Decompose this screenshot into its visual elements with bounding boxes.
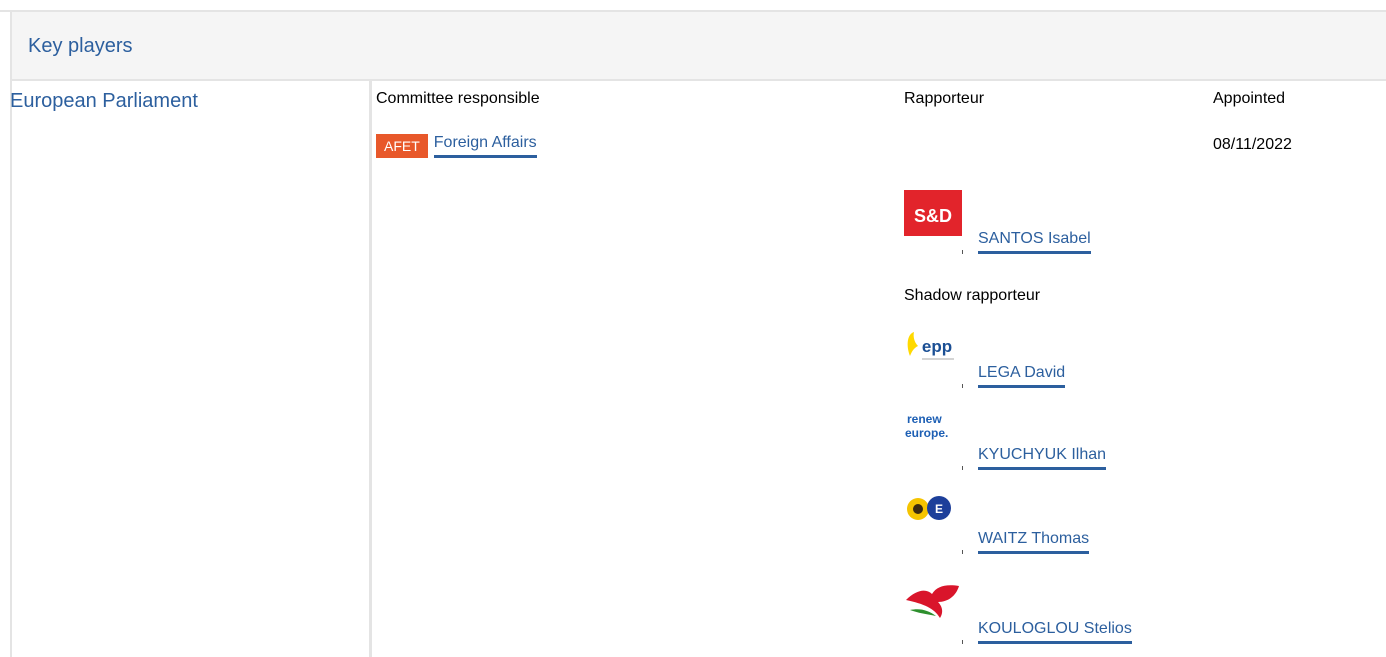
tick-mark	[962, 640, 963, 644]
svg-text:epp: epp	[922, 337, 952, 356]
column-divider	[369, 81, 372, 657]
tick-mark	[962, 250, 963, 254]
key-players-panel: Key players European Parliament Committe…	[0, 0, 1386, 657]
tick-mark	[962, 550, 963, 554]
appointed-date: 08/11/2022	[1213, 136, 1292, 153]
shadow-rapporteur-entry: renew europe. KYUCHYUK Ilhan	[904, 406, 1264, 476]
rapporteur-entry: S&D SANTOS Isabel	[904, 190, 1264, 260]
shadow-rapporteur-label: Shadow rapporteur	[904, 287, 1041, 304]
svg-text:renew: renew	[907, 412, 942, 426]
section-title: Key players	[28, 35, 133, 57]
shadow-rapporteur-entry: KOULOGLOU Stelios	[904, 580, 1264, 650]
left-logo	[904, 580, 962, 626]
tick-mark	[962, 384, 963, 388]
renew-europe-logo: renew europe.	[904, 406, 962, 452]
rapporteur-header: Rapporteur	[904, 90, 985, 107]
shadow-rapporteur-link-waitz[interactable]: WAITZ Thomas	[978, 530, 1090, 554]
rapporteur-link[interactable]: SANTOS Isabel	[978, 230, 1091, 254]
shadow-rapporteur-link-kouloglou[interactable]: KOULOGLOU Stelios	[978, 620, 1132, 644]
committee-code-badge: AFET	[376, 134, 428, 158]
shadow-rapporteur-link-kyuchyuk[interactable]: KYUCHYUK Ilhan	[978, 446, 1107, 470]
shadow-rapporteur-entry: epp LEGA David	[904, 324, 1264, 394]
institution-cell: European Parliament	[10, 81, 371, 657]
appointed-header: Appointed	[1213, 90, 1286, 107]
svg-text:europe.: europe.	[905, 426, 948, 440]
greens-efa-logo: E	[904, 490, 962, 536]
epp-logo: epp	[904, 324, 962, 370]
section-header: Key players	[10, 12, 1386, 81]
svg-text:E: E	[935, 502, 943, 516]
shadow-rapporteur-link-lega[interactable]: LEGA David	[978, 364, 1066, 388]
committee-row: AFET Foreign Affairs	[376, 133, 537, 159]
institution-title: European Parliament	[10, 90, 198, 112]
svg-text:S&D: S&D	[914, 206, 952, 226]
committee-link[interactable]: Foreign Affairs	[433, 134, 537, 158]
tick-mark	[962, 466, 963, 470]
sd-logo: S&D	[904, 190, 962, 236]
shadow-rapporteur-entry: E WAITZ Thomas	[904, 490, 1264, 560]
committee-responsible-header: Committee responsible	[376, 90, 540, 107]
